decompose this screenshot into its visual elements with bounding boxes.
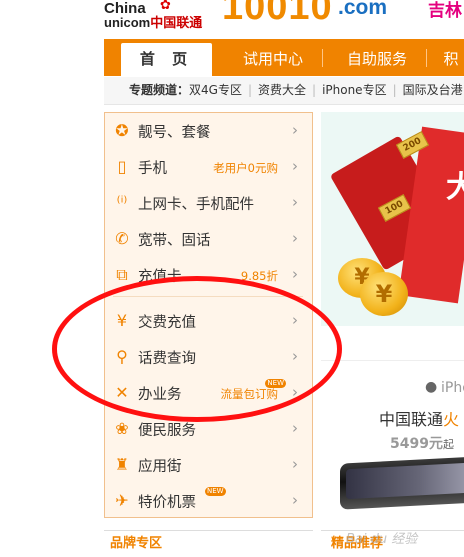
chevron-right-icon: ›: [292, 157, 298, 175]
category-flight-deals[interactable]: ✈ 特价机票 NEW ›: [105, 483, 312, 519]
recharge-card-icon: ⧉: [116, 265, 128, 284]
site-number[interactable]: 10010: [222, 0, 333, 29]
logo-chinese-text: 中国联通: [150, 15, 203, 30]
product-price: 5499元起: [390, 433, 454, 453]
baidu-watermark: Bai du 经验: [346, 532, 418, 547]
logo-unicom-text: unicom: [104, 15, 151, 30]
airplane-icon: ✈: [115, 491, 129, 510]
category-label: 便民服务: [138, 423, 196, 439]
brand-zone-heading[interactable]: 品牌专区: [104, 530, 313, 551]
category-app-street[interactable]: ♜ 应用街 ›: [105, 447, 312, 483]
unicom-knot-icon: ✿: [160, 0, 171, 13]
coin-image: ¥: [360, 272, 408, 316]
tab-trial-center[interactable]: 试用中心: [228, 39, 318, 76]
chevron-right-icon: ›: [292, 265, 298, 283]
chevron-right-icon: ›: [292, 455, 298, 473]
chevron-right-icon: ›: [292, 121, 298, 139]
chevron-right-icon: ›: [292, 491, 298, 509]
topic-sep: |: [312, 83, 317, 97]
product-title-a: 中国联通: [379, 410, 444, 429]
chevron-right-icon: ›: [292, 419, 298, 437]
main-nav: 首 页 试用中心 自助服务 积: [104, 39, 464, 76]
category-label: 特价机票: [138, 495, 196, 511]
iphone-screen-image: [346, 462, 464, 500]
android-icon: ♜: [114, 455, 130, 474]
telephone-icon: ✆: [115, 229, 129, 248]
site-domain[interactable]: .com: [338, 0, 387, 20]
chevron-right-icon: ›: [292, 193, 298, 211]
category-label: 应用街: [138, 459, 182, 475]
category-phone[interactable]: ▯ 手机 老用户0元购 ›: [105, 149, 312, 185]
category-label: 手机: [138, 161, 167, 177]
category-number-plan[interactable]: ✪ 靓号、套餐 ›: [105, 113, 312, 149]
topic-iphone[interactable]: iPhone专区: [322, 83, 387, 97]
region-selector[interactable]: 吉林: [428, 0, 462, 21]
phone-icon: ▯: [117, 157, 127, 176]
product-title: 中国联通火: [379, 406, 459, 430]
category-label: 靓号、套餐: [138, 125, 211, 141]
apple-icon: ●: [425, 379, 438, 395]
wireless-icon: ⁽ⁱ⁾: [116, 193, 128, 212]
category-label: 上网卡、手机配件: [138, 197, 254, 213]
category-data-card[interactable]: ⁽ⁱ⁾ 上网卡、手机配件 ›: [105, 185, 312, 221]
topic-4g[interactable]: 双4G专区: [189, 83, 242, 97]
topic-sep: |: [392, 83, 397, 97]
new-badge: NEW: [205, 487, 226, 496]
category-promo[interactable]: 老用户0元购: [213, 160, 278, 176]
category-label: 宽带、固话: [138, 233, 211, 249]
tab-points[interactable]: 积: [436, 39, 464, 76]
topic-channels: 专题频道：双4G专区 | 资费大全 | iPhone专区 | 国际及台港: [104, 77, 464, 105]
product-model: iPho: [441, 380, 464, 396]
topic-international[interactable]: 国际及台港: [403, 83, 463, 97]
price-suffix: 起: [442, 438, 454, 451]
tab-self-service[interactable]: 自助服务: [332, 39, 422, 76]
chevron-right-icon: ›: [292, 229, 298, 247]
service-icon: ❀: [115, 419, 129, 438]
topic-label: 专题频道：: [129, 83, 190, 97]
coin-icon: ✪: [115, 121, 129, 140]
unicom-logo-bottom: unicom中国联通: [104, 12, 202, 31]
nav-divider: [426, 49, 427, 67]
banner-headline: 大: [446, 170, 464, 205]
price-value: 5499元: [390, 436, 443, 452]
nav-divider: [322, 49, 323, 67]
topic-sep: |: [247, 83, 252, 97]
tab-home[interactable]: 首 页: [121, 43, 212, 76]
annotation-ellipse: [52, 276, 342, 422]
product-title-b: 火: [443, 410, 460, 429]
category-broadband[interactable]: ✆ 宽带、固话 ›: [105, 221, 312, 257]
topic-tariffs[interactable]: 资费大全: [258, 83, 306, 97]
